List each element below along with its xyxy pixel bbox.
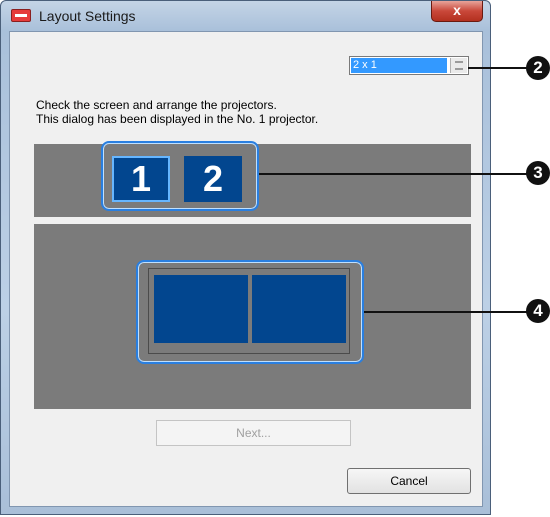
callout-line-3 [259,173,532,175]
window-title: Layout Settings [39,8,136,24]
title-bar[interactable]: Layout Settings x [1,1,490,31]
projector-app-icon [11,9,31,22]
callout-marker-3: 3 [526,161,550,185]
callout-line-4 [364,311,532,313]
projector-tiles-highlight [101,141,259,211]
instructions-text: Check the screen and arrange the project… [36,98,318,126]
layout-select-value: 2 x 1 [351,58,447,73]
callout-marker-4: 4 [526,299,550,323]
instruction-line-2: This dialog has been displayed in the No… [36,112,319,126]
cancel-button[interactable]: Cancel [347,468,471,494]
callout-line-2 [468,67,532,69]
callout-marker-2: 2 [526,56,550,80]
screen-layout-highlight [136,260,364,364]
next-button[interactable]: Next... [156,420,351,446]
layout-settings-window: Layout Settings x 2 x 1 Check the screen… [0,0,491,515]
close-button[interactable]: x [431,1,483,22]
instruction-line-1: Check the screen and arrange the project… [36,98,277,112]
spinner-arrow-icon[interactable] [450,58,467,73]
layout-select[interactable]: 2 x 1 [349,56,469,75]
